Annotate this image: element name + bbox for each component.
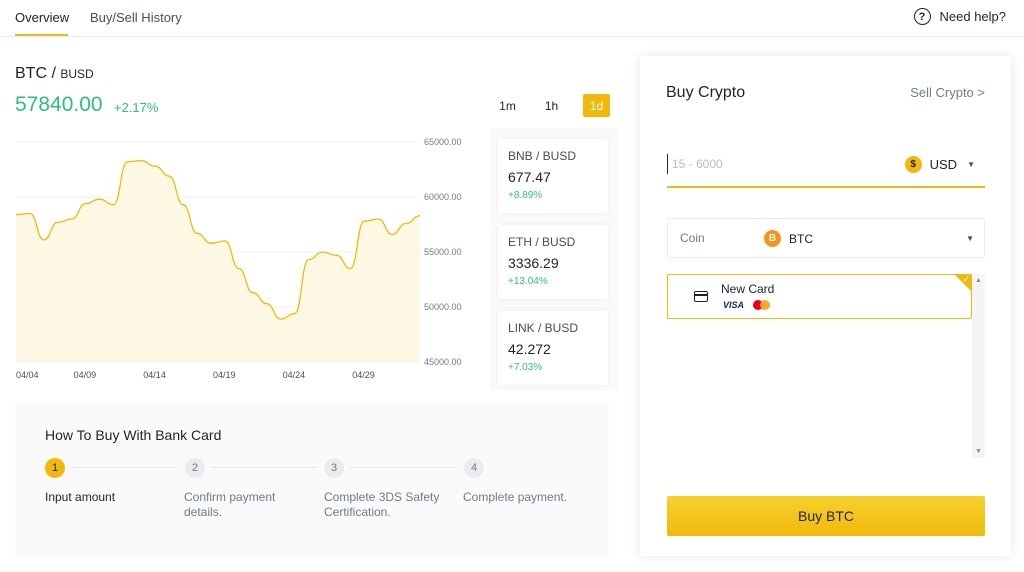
x-tick-label: 04/24 <box>283 370 306 380</box>
need-help-label: Need help? <box>940 9 1007 24</box>
active-tab-indicator <box>15 34 68 36</box>
step-3-text: Complete 3DS Safety Certification. <box>324 490 444 520</box>
y-tick-label: 50000.00 <box>424 302 462 312</box>
ticker-card-pair: LINK / BUSD <box>508 321 598 335</box>
ticker-card-price: 42.272 <box>508 341 598 357</box>
x-tick-label: 04/04 <box>16 370 39 380</box>
how-to-buy-title: How To Buy With Bank Card <box>45 427 221 443</box>
card-name: New Card <box>721 282 774 296</box>
caret-down-icon: ▼ <box>967 160 975 169</box>
x-tick-label: 04/09 <box>74 370 97 380</box>
top-nav: Overview Buy/Sell History ? Need help? <box>0 0 1024 37</box>
timeframe-1m-button[interactable]: 1m <box>494 94 521 117</box>
current-price: 57840.00 <box>15 93 103 117</box>
tab-overview[interactable]: Overview <box>15 10 69 25</box>
buy-crypto-title: Buy Crypto <box>666 84 745 102</box>
question-circle-icon: ? <box>914 8 931 25</box>
coin-name: BTC <box>789 232 813 246</box>
scroll-down-icon[interactable]: ▼ <box>975 448 982 455</box>
ticker-card-bnb[interactable]: BNB / BUSD 677.47 +8.89% <box>498 139 608 213</box>
coin-select-value: B BTC <box>764 230 813 247</box>
x-tick-label: 04/14 <box>143 370 166 380</box>
y-tick-label: 60000.00 <box>424 192 462 202</box>
step-2-number: 2 <box>185 458 205 478</box>
buy-crypto-panel: Buy Crypto Sell Crypto > $ USD ▼ Coin B … <box>640 56 1011 556</box>
step-4-number: 4 <box>464 458 484 478</box>
coin-select[interactable]: Coin B BTC ▼ <box>667 218 985 258</box>
step-3-number: 3 <box>324 458 344 478</box>
new-card-option[interactable]: ✓ New Card VISA <box>667 274 972 319</box>
sell-crypto-link[interactable]: Sell Crypto > <box>910 85 985 100</box>
ticker-card-price: 3336.29 <box>508 255 598 271</box>
ticker-card-price: 677.47 <box>508 169 598 185</box>
step-connector <box>350 467 456 468</box>
chart-area-fill <box>16 161 420 362</box>
pair-quote: BUSD <box>60 67 93 81</box>
tab-buy-sell-history[interactable]: Buy/Sell History <box>90 10 182 25</box>
ticker-card-link[interactable]: LINK / BUSD 42.272 +7.03% <box>498 311 608 385</box>
y-tick-label: 45000.00 <box>424 357 462 367</box>
pair-separator: / <box>51 65 55 82</box>
step-1-number: 1 <box>45 458 65 478</box>
ticker-card-change: +13.04% <box>508 276 598 287</box>
pair-base: BTC <box>15 65 47 82</box>
price-chart: 65000.00 60000.00 55000.00 50000.00 45000.00… <box>0 128 480 388</box>
timeframe-1h-button[interactable]: 1h <box>538 94 565 117</box>
check-icon: ✓ <box>962 274 970 285</box>
coin-select-label: Coin <box>680 231 705 245</box>
x-tick-label: 04/19 <box>213 370 236 380</box>
ticker-card-pair: ETH / BUSD <box>508 235 598 249</box>
fiat-currency-label: USD <box>930 157 957 172</box>
buy-btc-button[interactable]: Buy BTC <box>667 496 985 536</box>
price-change: +2.17% <box>114 100 158 115</box>
bitcoin-icon: B <box>764 230 781 247</box>
ticker-card-change: +7.03% <box>508 362 598 373</box>
timeframe-1d-button[interactable]: 1d <box>583 94 610 117</box>
ticker-card-eth[interactable]: ETH / BUSD 3336.29 +13.04% <box>498 225 608 299</box>
y-tick-label: 55000.00 <box>424 247 462 257</box>
step-2-text: Confirm payment details. <box>184 490 294 520</box>
fiat-currency-select[interactable]: $ USD ▼ <box>905 156 975 173</box>
ticker-card-pair: BNB / BUSD <box>508 149 598 163</box>
mastercard-logo <box>753 300 771 310</box>
amount-input[interactable] <box>667 154 867 174</box>
trading-pair: BTC / BUSD <box>15 65 94 83</box>
step-1-text: Input amount <box>45 490 175 505</box>
y-tick-label: 65000.00 <box>424 137 462 147</box>
card-list-scrollbar[interactable]: ▲ ▼ <box>972 274 985 458</box>
visa-logo: VISA <box>723 300 744 310</box>
amount-field: $ USD ▼ <box>667 144 985 188</box>
how-to-buy-panel: How To Buy With Bank Card 1 2 3 4 Input … <box>15 401 609 558</box>
caret-down-icon: ▼ <box>966 234 974 243</box>
credit-card-icon <box>694 291 708 302</box>
usd-coin-icon: $ <box>905 156 922 173</box>
step-connector <box>71 467 177 468</box>
scroll-up-icon[interactable]: ▲ <box>975 277 982 284</box>
need-help-link[interactable]: ? Need help? <box>914 8 1007 25</box>
step-4-text: Complete payment. <box>463 490 593 505</box>
ticker-card-change: +8.89% <box>508 190 598 201</box>
step-connector <box>211 467 317 468</box>
payment-card-list: ✓ New Card VISA ▲ ▼ <box>667 274 985 458</box>
x-tick-label: 04/29 <box>352 370 375 380</box>
